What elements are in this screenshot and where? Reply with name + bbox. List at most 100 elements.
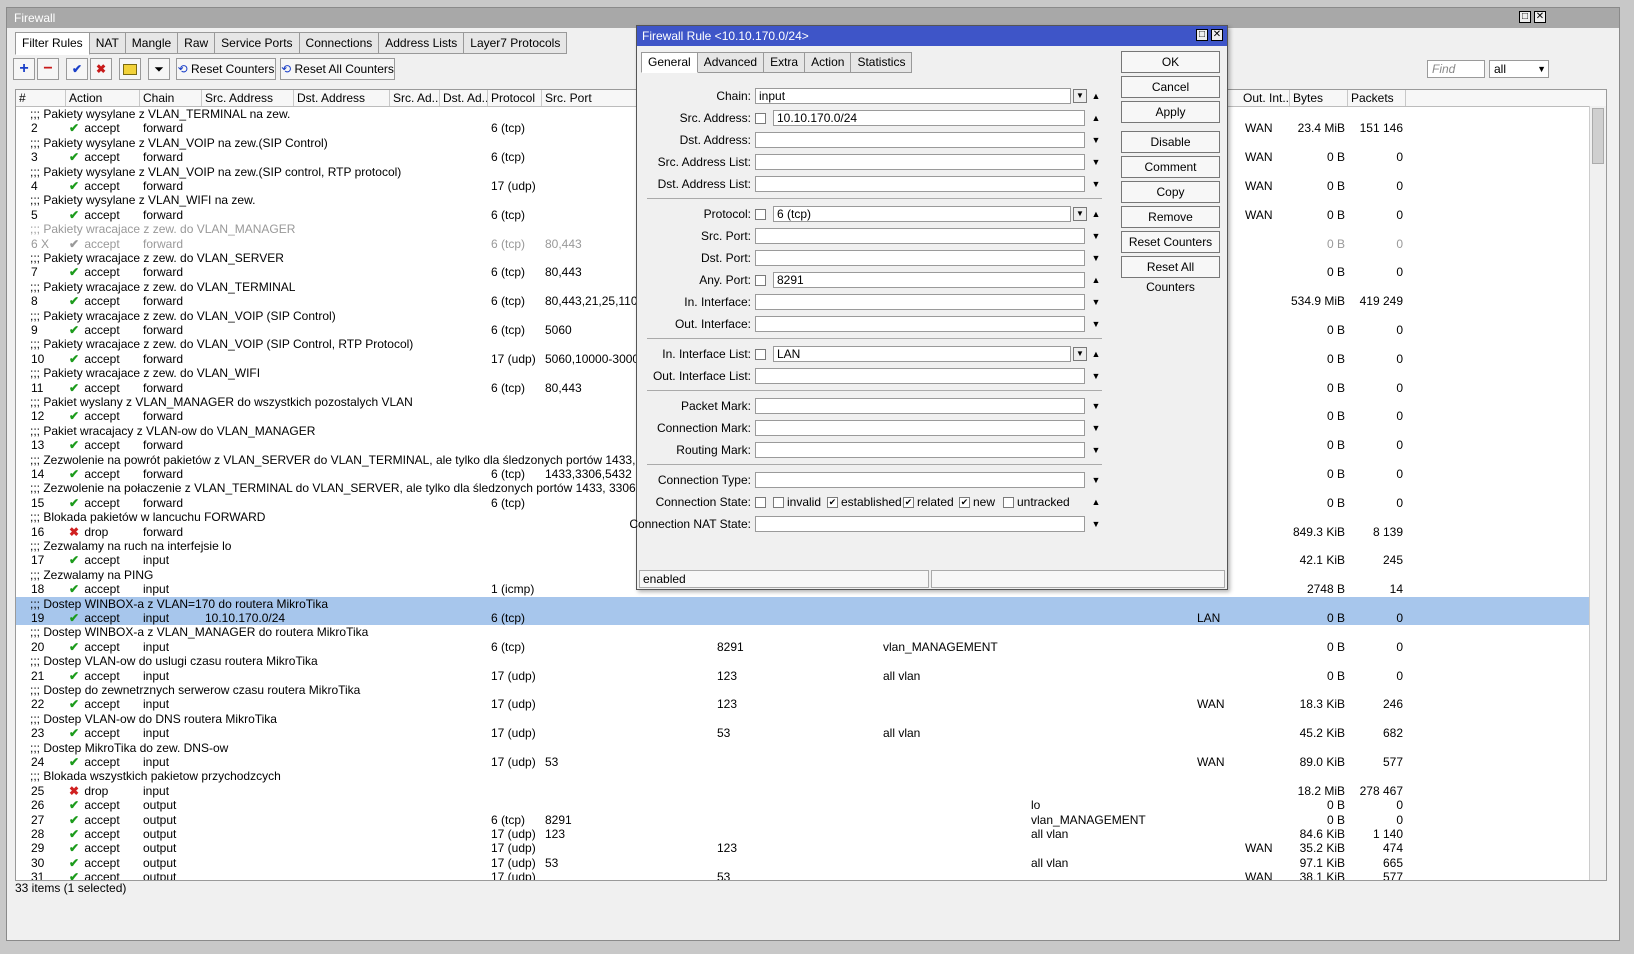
dst-port-field[interactable] (755, 250, 1085, 266)
out-interface-list-field[interactable] (755, 368, 1085, 384)
collapse-up-icon[interactable]: ▲ (1091, 347, 1101, 361)
expand-down-icon[interactable]: ▼ (1091, 317, 1101, 331)
tab-mangle[interactable]: Mangle (125, 32, 179, 54)
column-header[interactable]: # (16, 90, 66, 106)
expand-down-icon[interactable]: ▼ (1091, 251, 1101, 265)
vertical-scrollbar[interactable] (1589, 106, 1606, 880)
collapse-up-icon[interactable]: ▲ (1091, 207, 1101, 221)
dialog-tab-extra[interactable]: Extra (764, 52, 806, 73)
expand-down-icon[interactable]: ▼ (1091, 443, 1101, 457)
disable-icon[interactable]: ✖ (90, 58, 112, 80)
table-row[interactable]: 26 ✔ accept output lo 0 B0 (16, 798, 1590, 812)
remove-button[interactable]: Remove (1121, 206, 1220, 228)
expand-down-icon[interactable]: ▼ (1091, 399, 1101, 413)
dialog-tab-statistics[interactable]: Statistics (851, 52, 913, 73)
chain-field[interactable]: input (755, 88, 1071, 104)
column-header[interactable]: Chain (140, 90, 202, 106)
dst-address-field[interactable] (755, 132, 1085, 148)
column-header[interactable]: Protocol (488, 90, 542, 106)
column-header[interactable]: Src. Ad... (390, 90, 440, 106)
packet-mark-field[interactable] (755, 398, 1085, 414)
table-row[interactable]: 27 ✔ accept output 6 (tcp) 8291 vlan_MANAGEME… (16, 813, 1590, 827)
table-row[interactable]: 24 ✔ accept input 17 (udp) 53 WAN 89.0 KiB 577 (16, 755, 1590, 769)
column-header[interactable]: Out. Int... (1240, 90, 1290, 106)
expand-down-icon[interactable]: ▼ (1091, 295, 1101, 309)
table-row[interactable]: 21 ✔ accept input 17 (udp) 123 all vlan 0 B0 (16, 669, 1590, 683)
connection-state-negate-checkbox[interactable] (755, 497, 766, 508)
tab-service-ports[interactable]: Service Ports (215, 32, 300, 54)
scrollbar-thumb[interactable] (1592, 108, 1604, 164)
src-address-negate-checkbox[interactable] (755, 113, 766, 124)
src-address-field[interactable]: 10.10.170.0/24 (773, 110, 1085, 126)
in-interface-list-negate-checkbox[interactable] (755, 349, 766, 360)
rule-comment-row[interactable]: ;;; Dostep VLAN-ow do uslugi czasu route… (16, 654, 1590, 668)
table-row[interactable]: 19 ✔ accept input 10.10.170.0/24 6 (tcp) LAN 0… (16, 611, 1590, 626)
expand-down-icon[interactable]: ▼ (1091, 421, 1101, 435)
filter-icon[interactable]: ⏷ (148, 58, 170, 80)
in-interface-list-field[interactable]: LAN (773, 346, 1071, 362)
table-row[interactable]: 20 ✔ accept input 6 (tcp) 8291 vlan_MANAGEMEN… (16, 640, 1590, 654)
table-row[interactable]: 28 ✔ accept output 17 (udp) 123 all vlan 84.6 … (16, 827, 1590, 841)
dst-address-list-field[interactable] (755, 176, 1085, 192)
column-header[interactable]: Packets (1348, 90, 1406, 106)
filter-select[interactable]: all ▼ (1489, 60, 1549, 78)
state-untracked-checkbox[interactable] (1003, 497, 1014, 508)
column-header[interactable]: Action (66, 90, 140, 106)
state-invalid-checkbox[interactable] (773, 497, 784, 508)
rule-comment-row[interactable]: ;;; Dostep MikroTika do zew. DNS-ow (16, 741, 1590, 755)
protocol-field[interactable]: 6 (tcp) (773, 206, 1071, 222)
collapse-up-icon[interactable]: ▲ (1091, 495, 1101, 509)
in-interface-list-dropdown-icon[interactable]: ▼ (1073, 347, 1087, 361)
dialog-close-icon[interactable]: ✕ (1211, 29, 1223, 41)
tab-layer7-protocols[interactable]: Layer7 Protocols (464, 32, 568, 54)
any-port-field[interactable]: 8291 (773, 272, 1085, 288)
apply-button[interactable]: Apply (1121, 101, 1220, 123)
reset-all-counters-dialog-button[interactable]: Reset All Counters (1121, 256, 1220, 294)
column-header[interactable]: Dst. Ad... (440, 90, 488, 106)
column-header[interactable]: Src. Address (202, 90, 294, 106)
enable-icon[interactable]: ✔ (66, 58, 88, 80)
routing-mark-field[interactable] (755, 442, 1085, 458)
maximize-icon[interactable]: □ (1519, 11, 1531, 23)
collapse-up-icon[interactable]: ▲ (1091, 89, 1101, 103)
table-row[interactable]: 23 ✔ accept input 17 (udp) 53 all vlan 45.2 Ki… (16, 726, 1590, 740)
protocol-dropdown-icon[interactable]: ▼ (1073, 207, 1087, 221)
expand-down-icon[interactable]: ▼ (1091, 229, 1101, 243)
reset-counters-button[interactable]: ⟲ Reset Counters (176, 58, 276, 80)
dialog-maximize-icon[interactable]: □ (1196, 29, 1208, 41)
tab-nat[interactable]: NAT (89, 32, 126, 54)
table-row[interactable]: 29 ✔ accept output 17 (udp) 123 WAN 35.2 KiB 47… (16, 841, 1590, 855)
connection-mark-field[interactable] (755, 420, 1085, 436)
rule-comment-row[interactable]: ;;; Dostep WINBOX-a z VLAN=170 do router… (16, 596, 1590, 611)
dialog-tab-advanced[interactable]: Advanced (697, 52, 765, 73)
out-interface-field[interactable] (755, 316, 1085, 332)
rule-comment-row[interactable]: ;;; Blokada wszystkich pakietow przychod… (16, 769, 1590, 783)
remove-icon[interactable]: − (37, 58, 59, 80)
tab-address-lists[interactable]: Address Lists (379, 32, 465, 54)
comment-button[interactable]: Comment (1121, 156, 1220, 178)
column-header[interactable]: Bytes (1290, 90, 1348, 106)
rule-comment-row[interactable]: ;;; Dostep do zewnetrznych serwerow czas… (16, 683, 1590, 697)
cancel-button[interactable]: Cancel (1121, 76, 1220, 98)
find-input[interactable]: Find (1427, 60, 1485, 78)
reset-counters-dialog-button[interactable]: Reset Counters (1121, 231, 1220, 253)
tab-raw[interactable]: Raw (178, 32, 216, 54)
state-established-checkbox[interactable]: ✔ (827, 497, 838, 508)
connection-nat-state-field[interactable] (755, 516, 1085, 532)
src-port-field[interactable] (755, 228, 1085, 244)
src-address-list-field[interactable] (755, 154, 1085, 170)
copy-button[interactable]: Copy (1121, 181, 1220, 203)
rule-comment-row[interactable]: ;;; Dostep WINBOX-a z VLAN_MANAGER do ro… (16, 625, 1590, 639)
comment-icon[interactable] (119, 58, 141, 80)
table-row[interactable]: 25 ✖ drop input 18.2 MiB 278 467 (16, 784, 1590, 798)
add-icon[interactable]: + (13, 58, 35, 80)
collapse-up-icon[interactable]: ▲ (1091, 273, 1101, 287)
expand-down-icon[interactable]: ▼ (1091, 369, 1101, 383)
collapse-up-icon[interactable]: ▲ (1091, 111, 1101, 125)
reset-all-counters-button[interactable]: ⟲ Reset All Counters (280, 58, 395, 80)
ok-button[interactable]: OK (1121, 51, 1220, 73)
any-port-negate-checkbox[interactable] (755, 275, 766, 286)
expand-down-icon[interactable]: ▼ (1091, 177, 1101, 191)
dialog-tab-general[interactable]: General (641, 52, 698, 73)
expand-down-icon[interactable]: ▼ (1091, 133, 1101, 147)
